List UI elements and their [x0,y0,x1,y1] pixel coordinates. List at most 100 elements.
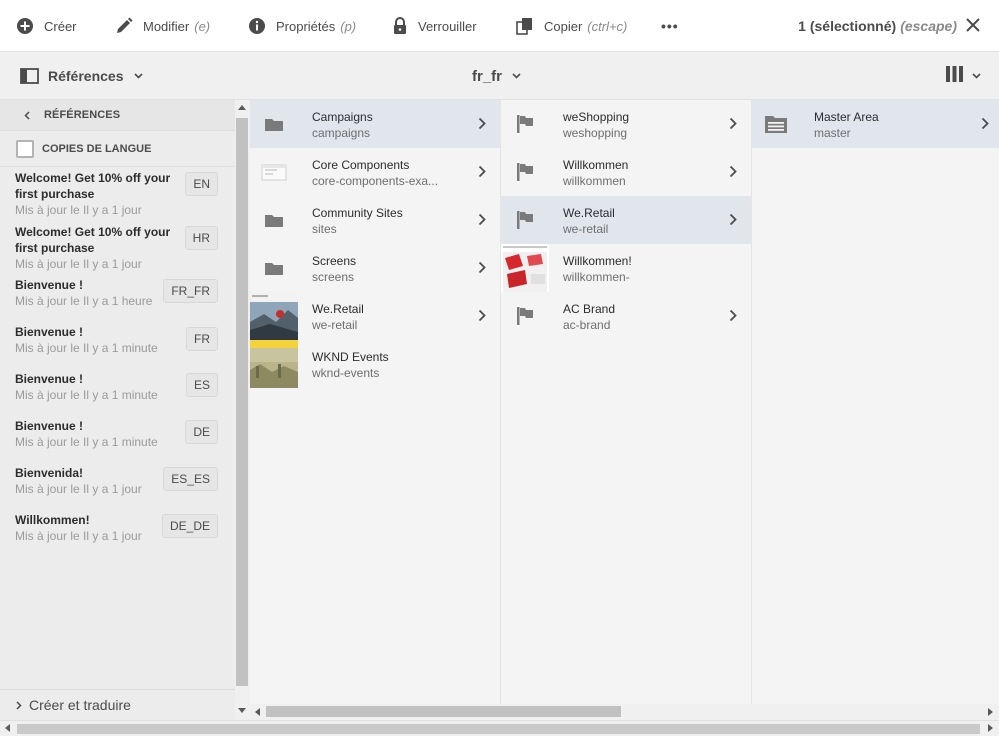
language-copy-title: Welcome! Get 10% off your first purchase [15,225,171,255]
language-copy-item[interactable]: Bienvenue ! Mis à jour le Il y a 1 minut… [15,324,220,356]
column-item-master-area[interactable]: Master Area master [752,100,999,148]
columns-scrollbar-thumb[interactable] [266,706,621,717]
selection-escape-hint: (escape) [900,18,957,34]
component-icon [250,148,298,196]
rail-scrollbar-thumb[interactable] [236,118,248,686]
item-title: We.Retail [312,302,364,316]
column-item-we-retail-language[interactable]: We.Retail we-retail [501,196,751,244]
properties-button[interactable]: Propriétés (p) [248,0,356,52]
column-item-we-retail[interactable]: We.Retail we-retail [250,292,500,340]
wknd-events-thumbnail [250,340,298,388]
chevron-right-icon [478,213,486,226]
more-actions-button[interactable]: ••• [661,0,679,52]
language-copy-title: Willkommen! [15,513,90,527]
language-copy-title: Bienvenue ! [15,325,84,339]
language-copy-item[interactable]: Welcome! Get 10% off your first purchase… [15,224,220,272]
back-chevron-icon[interactable] [24,110,30,120]
column-view-column-2: weShopping weshopping Willkommen willkom… [501,100,752,704]
language-copy-item[interactable]: Bienvenue ! Mis à jour le Il y a 1 heure… [15,277,220,309]
page-thumbnail [501,244,549,292]
flag-icon [501,100,549,148]
scroll-left-arrow-icon[interactable] [255,708,260,716]
item-name: we-retail [312,318,358,332]
rail-toggle-icon [20,68,39,84]
language-copy-title: Bienvenue ! [15,419,84,433]
info-icon [248,17,266,35]
edit-button[interactable]: Modifier (e) [115,0,210,52]
create-label: Créer [44,18,77,34]
lock-icon [392,17,408,35]
column-item-screens[interactable]: Screens screens [250,244,500,292]
view-switcher-button[interactable] [946,52,981,100]
language-copy-item[interactable]: Bienvenida! Mis à jour le Il y a 1 jour … [15,465,220,497]
language-copy-updated: Mis à jour le Il y a 1 jour [15,203,142,217]
scroll-right-arrow-icon[interactable] [988,708,993,716]
edit-label: Modifier [143,18,190,34]
language-copy-item[interactable]: Bienvenue ! Mis à jour le Il y a 1 minut… [15,371,220,403]
item-title: Willkommen! [563,254,632,268]
scroll-up-arrow-icon[interactable] [238,105,246,110]
item-title: Campaigns [312,110,373,124]
rail-header: RÉFÉRENCES [0,100,235,131]
chevron-down-icon [972,73,981,79]
column-item-weshopping[interactable]: weShopping weshopping [501,100,751,148]
create-and-translate-button[interactable]: Créer et traduire [0,689,235,720]
language-title[interactable]: fr_fr [472,52,521,100]
create-button[interactable]: Créer [16,0,77,52]
item-name: screens [312,270,355,284]
column-item-willkommen[interactable]: Willkommen willkommen [501,148,751,196]
create-and-translate-label: Créer et traduire [29,697,131,713]
item-title: Core Components [312,158,410,172]
scroll-left-arrow-icon[interactable] [5,724,10,732]
item-name: wknd-events [312,366,380,380]
column-item-campaigns[interactable]: Campaigns campaigns [250,100,500,148]
copy-button[interactable]: Copier (ctrl+c) [516,0,627,52]
window-horizontal-scrollbar[interactable] [0,720,999,736]
flag-icon [501,292,549,340]
language-copy-title: Bienvenue ! [15,372,84,386]
chevron-right-icon [16,700,22,710]
scroll-right-arrow-icon[interactable] [988,724,993,732]
close-selection-icon[interactable] [965,17,981,38]
folder-icon [250,196,298,244]
language-copy-item[interactable]: Welcome! Get 10% off your first purchase… [15,170,220,218]
language-copies-checkbox[interactable] [16,139,34,158]
item-title: AC Brand [563,302,616,316]
lock-label: Verrouiller [418,18,477,34]
item-name: sites [312,222,337,236]
language-badge: HR [184,226,218,250]
chevron-right-icon [478,261,486,274]
column-item-ac-brand[interactable]: AC Brand ac-brand [501,292,751,340]
pencil-icon [115,17,133,35]
rail-selector[interactable]: Références [20,52,143,100]
column-view-column-1: Campaigns campaigns Core Components core… [250,100,501,704]
selection-label: 1 (sélectionné) [798,18,897,34]
language-copy-updated: Mis à jour le Il y a 1 jour [15,257,142,271]
references-rail: RÉFÉRENCES COPIES DE LANGUE Welcome! Get… [0,100,235,720]
language-copy-item[interactable]: Willkommen! Mis à jour le Il y a 1 jour … [15,512,220,544]
properties-label: Propriétés [276,18,336,34]
rail-scrollbar[interactable] [235,100,250,720]
item-title: Willkommen [563,158,629,172]
column-item-willkommen-page[interactable]: Willkommen! willkommen- [501,244,751,292]
chevron-down-icon [133,73,143,79]
chevron-right-icon [729,309,737,322]
chevron-right-icon [981,117,989,130]
item-title: weShopping [563,110,630,124]
window-scrollbar-thumb[interactable] [17,724,980,734]
item-name: master [814,126,851,140]
scroll-down-arrow-icon[interactable] [238,708,246,713]
language-badge: EN [185,172,218,196]
rail-header-label: RÉFÉRENCES [44,109,121,121]
language-badge: ES_ES [163,467,218,491]
language-copies-row: COPIES DE LANGUE [0,131,235,167]
column-item-wknd-events[interactable]: WKND Events wknd-events [250,340,500,388]
lock-button[interactable]: Verrouiller [392,0,477,52]
chevron-right-icon [729,213,737,226]
columns-horizontal-scrollbar[interactable] [250,704,999,720]
column-item-community-sites[interactable]: Community Sites sites [250,196,500,244]
chevron-down-icon [512,73,521,79]
chevron-right-icon [478,117,486,130]
column-item-core-components[interactable]: Core Components core-components-exa... [250,148,500,196]
language-copy-item[interactable]: Bienvenue ! Mis à jour le Il y a 1 minut… [15,418,220,450]
